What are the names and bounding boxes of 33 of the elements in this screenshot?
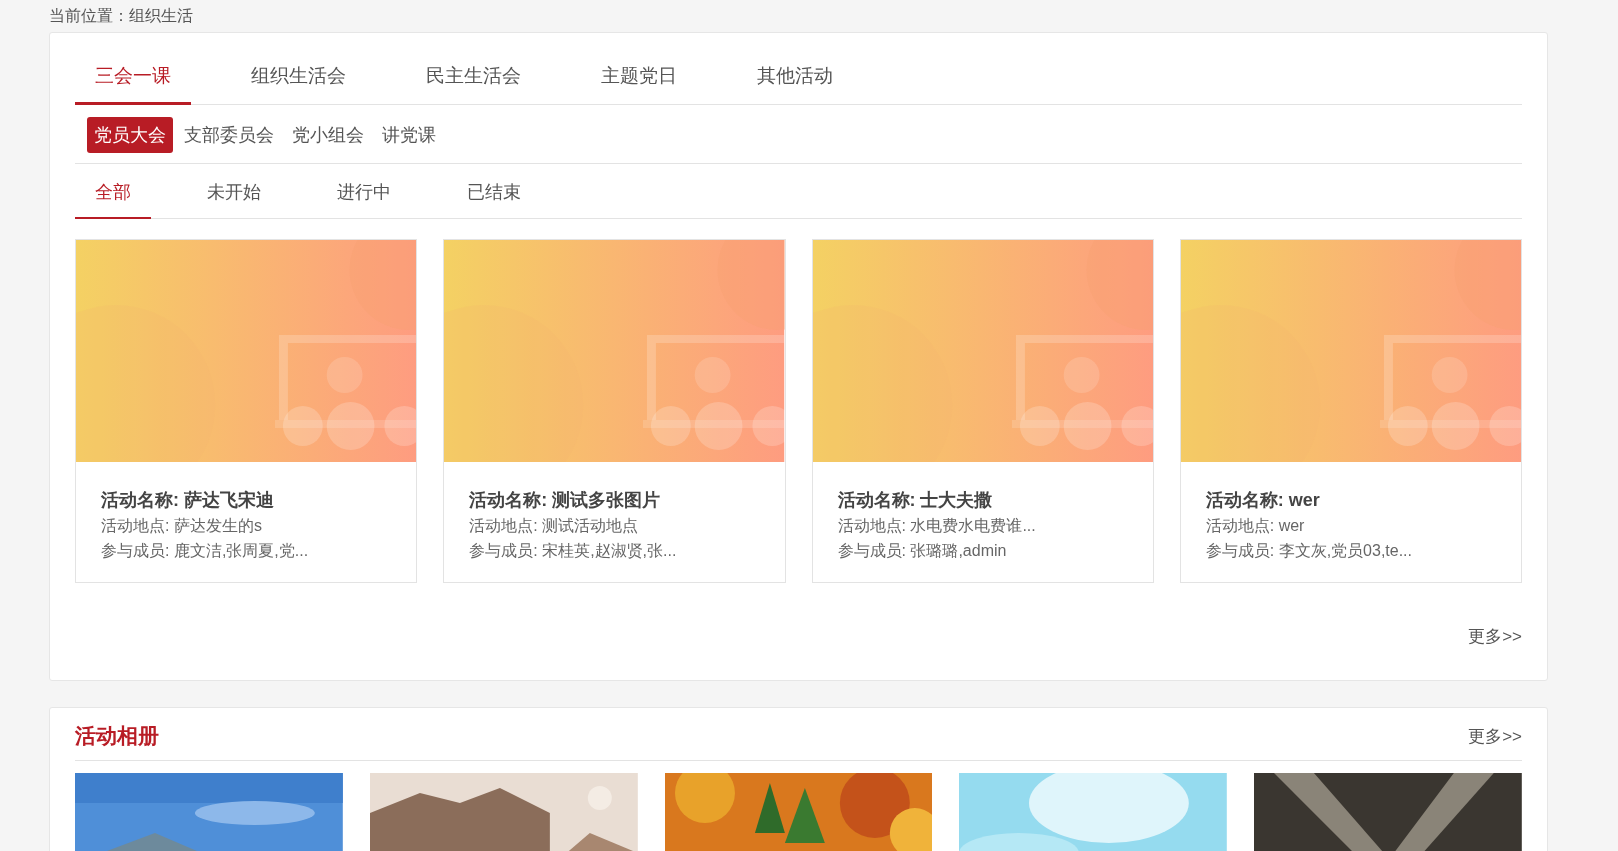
status-tab[interactable]: 全部 [75,164,151,219]
activity-card[interactable]: 活动名称: 测试多张图片 活动地点: 测试活动地点 参与成员: 宋桂英,赵淑贤,张... [443,239,786,583]
meeting-type-tab[interactable]: 支部委员会 [177,117,281,153]
activity-name: 活动名称: wer [1205,489,1321,512]
meeting-type-tab[interactable]: 党小组会 [285,117,371,153]
activity-place: 活动地点: 萨达发生的s [101,516,263,536]
more-link[interactable]: 更多>> [1468,724,1522,748]
status-tab[interactable]: 已结束 [447,164,541,219]
more-link[interactable]: 更多>> [1468,625,1522,648]
activity-place: 活动地点: 水电费水电费谁... [837,516,1037,536]
meeting-type-tab[interactable]: 讲党课 [375,117,443,153]
activity-card[interactable]: 活动名称: wer 活动地点: wer 参与成员: 李文灰,党员03,te... [1179,239,1522,583]
section-title: 活动相册 [75,723,159,749]
category-tab[interactable]: 民主生活会 [406,47,541,105]
category-tab[interactable]: 三会一课 [75,47,191,105]
activity-members: 参与成员: 宋桂英,赵淑贤,张... [469,541,678,561]
activity-members: 参与成员: 张璐璐,admin [837,541,1008,561]
activity-card[interactable]: 活动名称: 萨达飞宋迪 活动地点: 萨达发生的s 参与成员: 鹿文洁,张周夏,党... [75,239,418,583]
activity-card[interactable]: 活动名称: 士大夫撒 活动地点: 水电费水电费谁... 参与成员: 张璐璐,admin [811,239,1154,583]
category-tab[interactable]: 组织生活会 [231,47,366,105]
activity-name: 活动名称: 萨达飞宋迪 [101,489,275,512]
activity-members: 参与成员: 李文灰,党员03,te... [1205,541,1413,561]
status-tab[interactable]: 未开始 [187,164,281,219]
activity-name: 活动名称: 士大夫撒 [837,489,994,512]
activity-name: 活动名称: 测试多张图片 [469,489,662,512]
breadcrumb: 当前位置：组织生活 [49,6,194,26]
activity-place: 活动地点: wer [1205,516,1306,536]
status-tab[interactable]: 进行中 [317,164,411,219]
meeting-type-tab[interactable]: 党员大会 [87,117,173,153]
activity-members: 参与成员: 鹿文洁,张周夏,党... [101,541,310,561]
activity-place: 活动地点: 测试活动地点 [469,516,640,536]
category-tab[interactable]: 其他活动 [737,47,853,105]
category-tab[interactable]: 主题党日 [581,47,697,105]
